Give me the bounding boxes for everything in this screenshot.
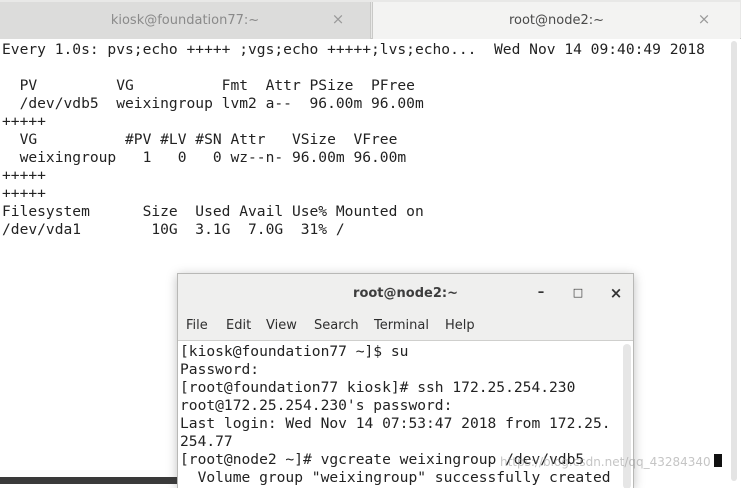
menu-help[interactable]: Help (445, 318, 475, 333)
terminal-line: Every 1.0s: pvs;echo +++++ ;vgs;echo +++… (2, 41, 705, 58)
menu-file[interactable]: File (186, 318, 208, 333)
terminal-line: PV VG Fmt Attr PSize PFree (2, 77, 415, 94)
terminal-line: Volume group "weixingroup" successfully … (180, 469, 611, 486)
window-title: root@node2:~ (353, 285, 458, 301)
terminal-line: +++++ (2, 167, 46, 184)
terminal-line: 254.77 (180, 433, 233, 450)
close-icon[interactable]: × (696, 11, 712, 27)
tab-root-node2[interactable]: root@node2:~ × (372, 2, 740, 39)
tab-label: root@node2:~ (508, 13, 605, 28)
menu-search[interactable]: Search (314, 318, 359, 333)
outer-scrollbar[interactable] (727, 39, 741, 484)
close-icon[interactable]: × (608, 285, 624, 301)
terminal-line: Last login: Wed Nov 14 07:53:47 2018 fro… (180, 415, 611, 432)
terminal-line: /dev/vda1 10G 3.1G 7.0G 31% / (2, 221, 345, 238)
tab-bar: kiosk@foundation77:~ × root@node2:~ × (0, 0, 741, 39)
scrollbar-thumb[interactable] (731, 41, 737, 481)
terminal-line: /dev/vdb5 weixingroup lvm2 a-- 96.00m 96… (2, 95, 424, 112)
terminal-line: root@172.25.254.230's password: (180, 397, 453, 414)
menu-bar: File Edit View Search Terminal Help (178, 312, 633, 341)
tab-label: kiosk@foundation77:~ (110, 13, 260, 28)
terminal-line: weixingroup 1 0 0 wz--n- 96.00m 96.00m (2, 149, 407, 166)
close-icon[interactable]: × (330, 11, 346, 27)
watermark: https://blog.csdn.net/qq_43284340 (500, 455, 711, 469)
menu-terminal[interactable]: Terminal (374, 318, 429, 333)
terminal-line: [root@foundation77 kiosk]# ssh 172.25.25… (180, 379, 576, 396)
terminal-line: Password: (180, 361, 260, 378)
taskbar-strip (0, 477, 177, 484)
terminal-line: +++++ (2, 113, 46, 130)
maximize-icon[interactable]: □ (570, 285, 586, 301)
terminal-line: +++++ (2, 185, 46, 202)
tab-kiosk-foundation[interactable]: kiosk@foundation77:~ × (0, 2, 371, 39)
menu-view[interactable]: View (266, 318, 297, 333)
terminal-line: VG #PV #LV #SN Attr VSize VFree (2, 131, 398, 148)
window-titlebar[interactable]: root@node2:~ – □ × (178, 274, 633, 312)
minimize-icon[interactable]: – (533, 285, 549, 301)
menu-edit[interactable]: Edit (226, 318, 251, 333)
terminal-cursor (714, 454, 722, 467)
terminal-line: Filesystem Size Used Avail Use% Mounted … (2, 203, 424, 220)
terminal-line: [kiosk@foundation77 ~]$ su (180, 343, 409, 360)
